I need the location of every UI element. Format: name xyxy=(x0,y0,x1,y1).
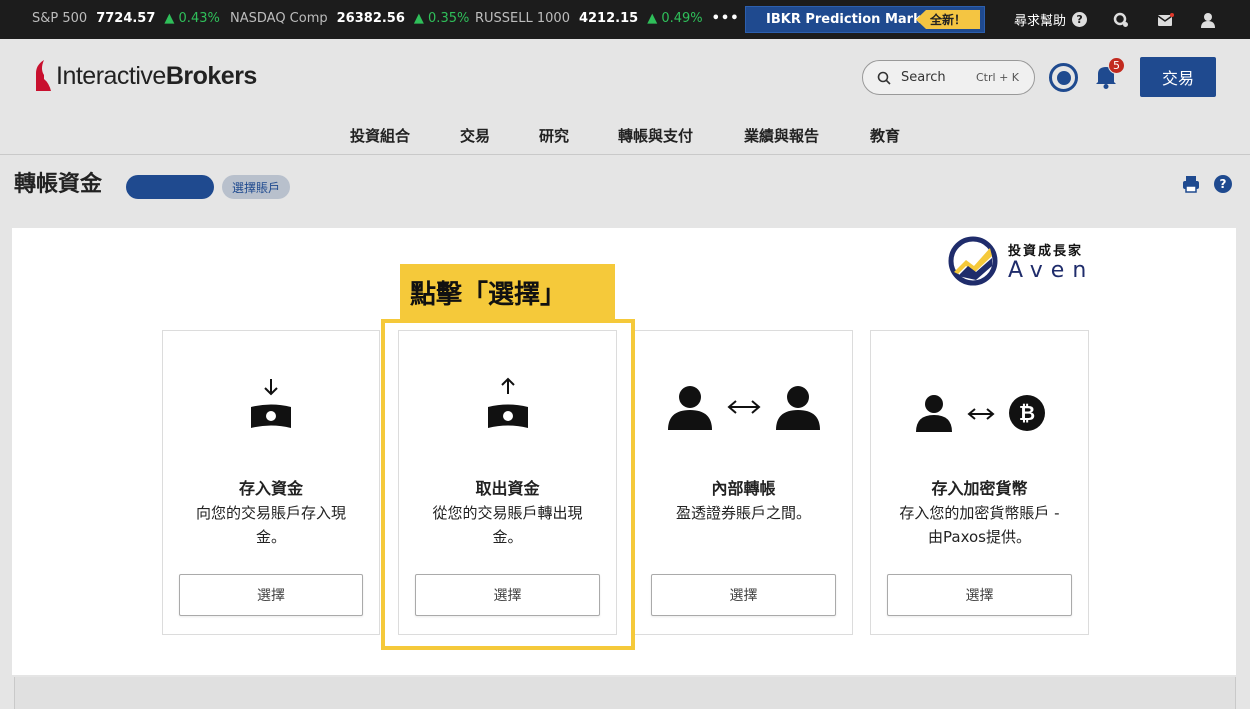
card-description: 向您的交易賬戶存入現金。 xyxy=(195,504,346,546)
svg-text:₿: ₿ xyxy=(1018,401,1034,425)
help-link[interactable]: 尋求幫助 ? xyxy=(1014,0,1088,39)
nav-education[interactable]: 教育 xyxy=(870,125,900,146)
ticker-name: RUSSELL 1000 xyxy=(475,11,570,26)
aven-logo-icon xyxy=(948,236,998,286)
search-input[interactable]: Search Ctrl + K xyxy=(862,60,1035,95)
help-label: 尋求幫助 xyxy=(1014,14,1067,29)
ticker-name: S&P 500 xyxy=(32,11,88,26)
card-title: 內部轉帳 xyxy=(711,479,776,498)
deposit-icon xyxy=(251,379,291,428)
ticker-change: ▲ 0.43% xyxy=(164,11,220,26)
prediction-markets-banner[interactable]: IBKR Prediction Markets 全新！ xyxy=(745,6,985,33)
page-title: 轉帳資金 xyxy=(14,172,103,197)
ticker-change: ▲ 0.49% xyxy=(647,11,703,26)
ticker-more-icon[interactable]: ••• xyxy=(712,11,740,26)
print-icon[interactable] xyxy=(1182,175,1200,193)
new-badge: 全新！ xyxy=(916,10,980,29)
account-id-pill[interactable] xyxy=(126,175,214,199)
logo-text-light: Interactive xyxy=(56,61,166,90)
ticker-sp500[interactable]: S&P 500 7724.57 ▲ 0.43% xyxy=(32,11,220,26)
crypto-deposit-card: ₿ 存入加密貨幣 存入您的加密貨幣賬戶 -由Paxos提供。 選擇 xyxy=(870,330,1089,635)
chat-icon[interactable] xyxy=(1113,0,1129,39)
question-icon: ? xyxy=(1072,12,1088,27)
search-placeholder: Search xyxy=(901,70,946,85)
watermark-en: Aven xyxy=(1008,257,1095,283)
crypto-select-button[interactable]: 選擇 xyxy=(887,574,1072,616)
ibkr-circle-icon[interactable] xyxy=(1049,63,1078,92)
user-icon[interactable] xyxy=(1200,0,1216,39)
aven-watermark: 投資成長家 Aven xyxy=(948,236,1094,286)
ticker-value: 26382.56 xyxy=(336,11,405,26)
main-nav: 投資組合 交易 研究 轉帳與支付 業績與報告 教育 xyxy=(0,125,1250,147)
notifications-button[interactable]: 5 xyxy=(1094,57,1125,91)
help-icon[interactable]: ? xyxy=(1214,175,1232,193)
card-title: 存入資金 xyxy=(238,479,303,498)
nav-portfolio[interactable]: 投資組合 xyxy=(350,125,410,146)
deposit-select-button[interactable]: 選擇 xyxy=(179,574,363,616)
ticker-value: 7724.57 xyxy=(96,11,156,26)
nav-research[interactable]: 研究 xyxy=(539,125,569,146)
select-account-button[interactable]: 選擇賬戶 xyxy=(222,175,291,199)
nav-performance-reports[interactable]: 業績與報告 xyxy=(744,125,819,146)
notification-count-badge: 5 xyxy=(1108,57,1125,74)
ticker-value: 4212.15 xyxy=(578,11,639,26)
logo-text-bold: Brokers xyxy=(165,61,258,90)
watermark-cn: 投資成長家 xyxy=(1008,243,1084,259)
ticker-russell[interactable]: RUSSELL 1000 4212.15 ▲ 0.49% ••• xyxy=(475,11,740,26)
crypto-deposit-icon: ₿ xyxy=(915,395,1045,432)
card-description: 存入您的加密貨幣賬戶 -由Paxos提供。 xyxy=(899,504,1060,546)
mail-icon[interactable] xyxy=(1157,0,1174,39)
main-header: InteractiveBrokers Search Ctrl + K 5 交易 … xyxy=(0,39,1250,155)
tutorial-callout: 點擊「選擇」 xyxy=(400,264,615,321)
ticker-nasdaq[interactable]: NASDAQ Comp 26382.56 ▲ 0.35% xyxy=(230,11,469,26)
card-title: 存入加密貨幣 xyxy=(931,479,1028,498)
internal-transfer-card: 內部轉帳 盈透證券賬戶之間。 選擇 xyxy=(634,330,853,635)
ib-logo[interactable]: InteractiveBrokers xyxy=(32,59,257,93)
deposit-funds-card: 存入資金 向您的交易賬戶存入現金。 選擇 xyxy=(162,330,380,635)
market-ticker-bar: S&P 500 7724.57 ▲ 0.43% NASDAQ Comp 2638… xyxy=(0,0,1250,39)
search-icon xyxy=(877,71,891,85)
ticker-change: ▲ 0.35% xyxy=(413,11,470,26)
nav-transfer-pay[interactable]: 轉帳與支付 xyxy=(618,125,693,146)
internal-transfer-select-button[interactable]: 選擇 xyxy=(651,574,836,616)
ticker-name: NASDAQ Comp xyxy=(230,11,328,26)
tutorial-highlight-box xyxy=(381,319,635,650)
trade-button[interactable]: 交易 xyxy=(1140,57,1216,97)
internal-transfer-icon xyxy=(667,386,820,430)
ib-flame-icon xyxy=(36,60,51,91)
nav-trade[interactable]: 交易 xyxy=(460,125,490,146)
search-shortcut: Ctrl + K xyxy=(976,71,1019,84)
card-description: 盈透證券賬戶之間。 xyxy=(675,504,811,522)
lower-section xyxy=(14,677,1236,709)
